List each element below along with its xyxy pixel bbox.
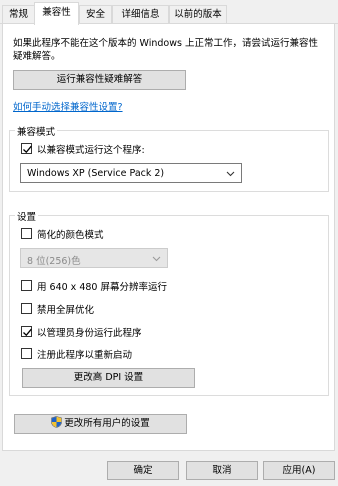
change-all-users-button[interactable]: 更改所有用户的设置	[14, 414, 187, 434]
compatibility-panel: 如果此程序不能在这个版本的 Windows 上正常工作，请尝试运行兼容性疑难解答…	[2, 24, 335, 451]
tab-security[interactable]: 安全	[79, 5, 112, 24]
register-restart-label: 注册此程序以重新启动	[37, 350, 133, 361]
cancel-button[interactable]: 取消	[186, 461, 258, 480]
compat-mode-legend: 兼容模式	[15, 124, 58, 138]
run-640x480-checkbox[interactable]	[21, 280, 32, 291]
tab-compatibility[interactable]: 兼容性	[34, 2, 79, 25]
reduced-color-label: 简化的颜色模式	[37, 230, 104, 241]
register-restart-checkbox[interactable]	[21, 348, 32, 359]
change-dpi-button[interactable]: 更改高 DPI 设置	[22, 368, 195, 388]
compat-mode-label: 以兼容模式运行这个程序:	[37, 145, 145, 156]
os-version-value: Windows XP (Service Pack 2)	[27, 168, 165, 179]
disable-fullscreen-label: 禁用全屏优化	[37, 305, 95, 316]
reduced-color-checkbox[interactable]	[21, 228, 32, 239]
run-640x480-label: 用 640 x 480 屏幕分辨率运行	[37, 282, 167, 293]
ok-button[interactable]: 确定	[107, 461, 179, 480]
tab-previous-versions[interactable]: 以前的版本	[169, 5, 227, 24]
os-version-select[interactable]: Windows XP (Service Pack 2)	[20, 163, 242, 183]
disable-fullscreen-checkbox[interactable]	[21, 303, 32, 314]
chevron-down-icon	[226, 169, 235, 180]
uac-shield-icon	[51, 416, 63, 435]
checkmark-icon	[23, 145, 32, 154]
change-all-users-label: 更改所有用户的设置	[64, 418, 150, 429]
run-as-admin-label: 以管理员身份运行此程序	[37, 328, 142, 339]
intro-text: 如果此程序不能在这个版本的 Windows 上正常工作，请尝试运行兼容性疑难解答…	[13, 38, 318, 62]
color-mode-select[interactable]: 8 位(256)色	[20, 248, 168, 268]
run-as-admin-checkbox[interactable]	[21, 326, 32, 337]
compat-mode-checkbox[interactable]	[21, 143, 32, 154]
color-mode-value: 8 位(256)色	[27, 256, 81, 267]
tab-general[interactable]: 常规	[2, 5, 35, 24]
apply-button[interactable]: 应用(A)	[263, 461, 335, 480]
manual-compat-link[interactable]: 如何手动选择兼容性设置?	[13, 99, 123, 113]
settings-legend: 设置	[15, 209, 39, 223]
tab-bar: 常规 兼容性 安全 详细信息 以前的版本	[0, 0, 338, 25]
run-troubleshooter-button[interactable]: 运行兼容性疑难解答	[13, 70, 186, 90]
tab-details[interactable]: 详细信息	[112, 5, 169, 24]
checkmark-icon	[23, 328, 32, 337]
chevron-down-icon	[152, 254, 161, 265]
